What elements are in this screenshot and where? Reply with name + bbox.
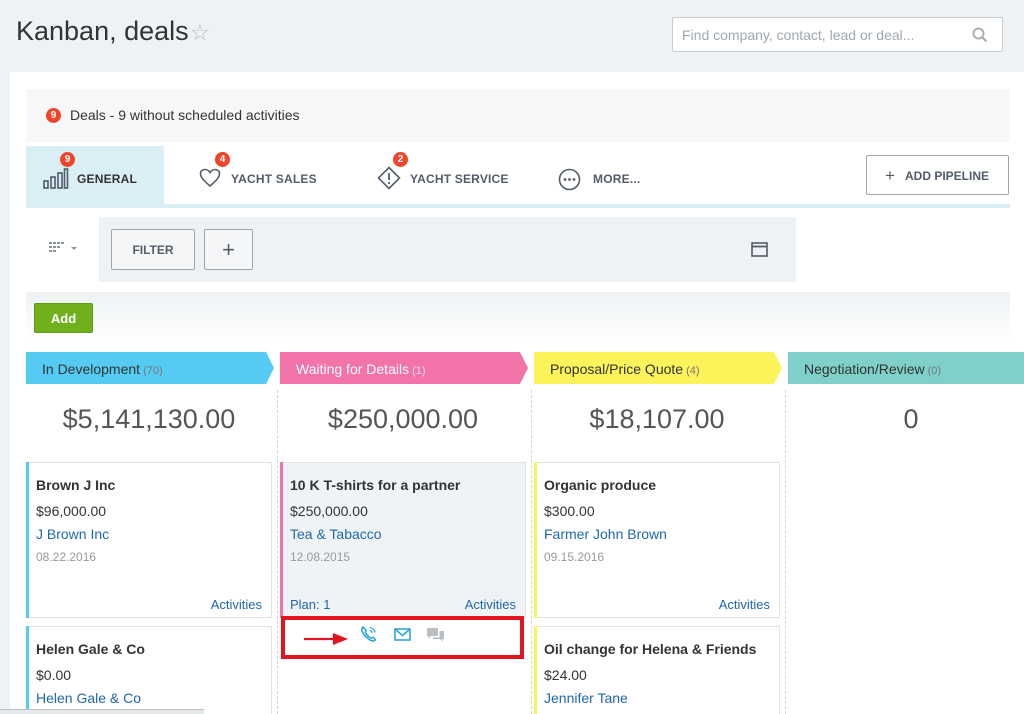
filter-bar: FILTER + <box>26 217 796 282</box>
column-header[interactable]: Proposal/Price Quote (4) <box>534 352 782 384</box>
card-stage-bar <box>280 462 283 618</box>
tab-label: MORE... <box>593 172 641 186</box>
deal-title[interactable]: Oil change for Helena & Friends <box>544 641 756 657</box>
deal-price: $0.00 <box>36 667 72 683</box>
deal-title[interactable]: Organic produce <box>544 477 656 493</box>
tab-badge: 2 <box>393 152 408 167</box>
card-stage-bar <box>26 462 29 618</box>
column-divider <box>277 390 278 714</box>
arrow-icon <box>304 633 348 645</box>
column-total: 0 <box>903 404 919 434</box>
deal-date: 09.15.2016 <box>544 550 605 564</box>
deal-date: 12.08.2015 <box>290 550 351 564</box>
tab-yacht-sales[interactable]: 4 YACHT SALES <box>186 146 336 204</box>
deal-contact-link[interactable]: Tea & Tabacco <box>290 526 382 542</box>
tab-badge: 4 <box>215 152 230 167</box>
plus-icon: + <box>885 166 895 185</box>
column-header[interactable]: In Development (70) <box>26 352 274 384</box>
search-box[interactable] <box>672 17 1003 52</box>
search-icon[interactable] <box>972 27 988 43</box>
view-switcher[interactable] <box>26 217 99 282</box>
deal-title[interactable]: 10 K T-shirts for a partner <box>290 477 460 493</box>
deal-price: $250,000.00 <box>290 503 368 519</box>
card-stage-bar <box>534 626 537 714</box>
deal-card[interactable]: Oil change for Helena & Friends $24.00 J… <box>534 626 780 714</box>
horizontal-scrollbar[interactable] <box>0 709 204 714</box>
add-filter-button[interactable]: + <box>204 229 253 270</box>
deal-title[interactable]: Helen Gale & Co <box>36 641 145 657</box>
card-stage-bar <box>26 626 29 714</box>
activities-link[interactable]: Activities <box>719 597 770 612</box>
deal-contact-link[interactable]: Jennifer Tane <box>544 690 628 706</box>
deal-card[interactable]: Helen Gale & Co $0.00 Helen Gale & Co <box>26 626 272 714</box>
add-pipeline-button[interactable]: + ADD PIPELINE <box>866 155 1009 195</box>
tab-yacht-service[interactable]: 2 YACHT SERVICE <box>366 146 526 204</box>
notice-badge: 9 <box>46 108 61 123</box>
search-input[interactable] <box>673 18 953 51</box>
column-divider <box>531 390 532 714</box>
more-icon <box>558 168 581 191</box>
tab-label: YACHT SALES <box>231 172 317 186</box>
column-negotiation-review: Negotiation/Review (0) 0 <box>788 352 1024 714</box>
activities-link[interactable]: Activities <box>465 597 516 612</box>
deal-card[interactable]: 10 K T-shirts for a partner $250,000.00 … <box>280 462 526 618</box>
bar-chart-icon <box>43 168 69 189</box>
deal-date: 08.22.2016 <box>36 550 97 564</box>
activity-notice: 9 Deals - 9 without scheduled activities <box>26 89 1010 142</box>
top-bar: Kanban, deals ☆ <box>0 0 1024 72</box>
notice-text: Deals - 9 without scheduled activities <box>70 107 300 123</box>
deal-card[interactable]: Brown J Inc $96,000.00 J Brown Inc 08.22… <box>26 462 272 618</box>
column-header[interactable]: Waiting for Details (1) <box>280 352 528 384</box>
add-pipeline-label: ADD PIPELINE <box>905 169 990 183</box>
deal-price: $96,000.00 <box>36 503 107 519</box>
page-title: Kanban, deals <box>16 16 189 46</box>
plan-link[interactable]: Plan: 1 <box>290 597 330 612</box>
deal-contact-link[interactable]: J Brown Inc <box>36 526 109 542</box>
activities-link[interactable]: Activities <box>211 597 262 612</box>
deal-card[interactable]: Organic produce $300.00 Farmer John Brow… <box>534 462 780 618</box>
tab-label: GENERAL <box>77 172 138 186</box>
column-title: Negotiation/Review (0) <box>804 361 942 377</box>
window-layout-icon[interactable] <box>751 242 768 257</box>
kanban-view-icon <box>49 242 77 252</box>
add-bar: Add <box>26 292 1010 342</box>
warning-icon <box>377 166 401 190</box>
column-total: $5,141,130.00 <box>62 404 236 434</box>
deal-contact-link[interactable]: Helen Gale & Co <box>36 690 141 706</box>
column-title: Proposal/Price Quote (4) <box>550 361 700 377</box>
column-total: $18,107.00 <box>589 404 725 434</box>
tab-label: YACHT SERVICE <box>410 172 509 186</box>
deal-price: $300.00 <box>544 503 595 519</box>
phone-icon[interactable] <box>359 625 378 644</box>
deal-title[interactable]: Brown J Inc <box>36 477 115 493</box>
tab-general[interactable]: 9 GENERAL <box>26 146 164 204</box>
deal-price: $24.00 <box>544 667 587 683</box>
email-icon[interactable] <box>394 628 411 641</box>
pipeline-tabs: 9 GENERAL 4 YACHT SALES 2 YACHT SERVICE … <box>26 146 1010 208</box>
tab-more[interactable]: MORE... <box>546 146 666 204</box>
column-divider <box>785 390 786 714</box>
column-title: Waiting for Details (1) <box>296 361 426 377</box>
deal-contact-link[interactable]: Farmer John Brown <box>544 526 667 542</box>
chat-icon[interactable] <box>426 627 445 644</box>
column-title: In Development (70) <box>42 361 163 377</box>
heart-icon <box>199 168 221 188</box>
card-stage-bar <box>534 462 537 618</box>
star-icon[interactable]: ☆ <box>190 20 210 46</box>
add-deal-button[interactable]: Add <box>34 303 93 333</box>
column-total: $250,000.00 <box>327 404 479 434</box>
tab-badge: 9 <box>60 152 75 167</box>
column-header[interactable]: Negotiation/Review (0) <box>788 352 1024 384</box>
filter-button[interactable]: FILTER <box>111 229 195 270</box>
